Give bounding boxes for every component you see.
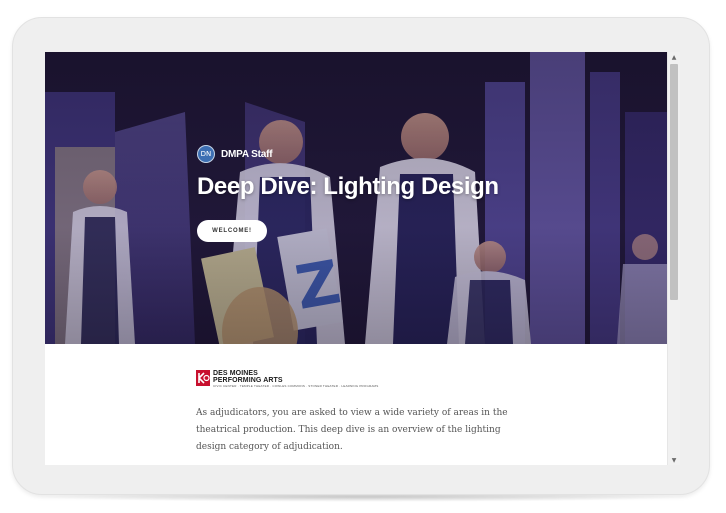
page-title: Deep Dive: Lighting Design [197,173,499,200]
logo-text: DES MOINES PERFORMING ARTS CIVIC CENTER … [213,370,378,388]
vertical-scrollbar[interactable]: ▲ ▼ [667,52,680,465]
scroll-up-icon[interactable]: ▲ [668,52,680,62]
author-row[interactable]: DN DMPA Staff [197,145,273,163]
author-avatar[interactable]: DN [197,145,215,163]
page-viewport[interactable]: Z DN DMPA Staff Deep Dive: Lighting Desi… [45,52,667,465]
scroll-down-icon[interactable]: ▼ [668,455,680,465]
dmpa-logo-icon [196,370,210,386]
logo-line-1: DES MOINES [213,370,258,377]
welcome-button[interactable]: WELCOME! [197,220,267,242]
article-content: DES MOINES PERFORMING ARTS CIVIC CENTER … [45,344,667,465]
author-name[interactable]: DMPA Staff [221,149,273,160]
logo-tagline: CIVIC CENTER · TEMPLE THEATER · COWLES C… [213,384,379,388]
scrollbar-thumb[interactable] [670,64,678,300]
page: Z DN DMPA Staff Deep Dive: Lighting Desi… [0,0,726,513]
hero-banner: Z DN DMPA Staff Deep Dive: Lighting Desi… [45,52,667,344]
logo-line-2: PERFORMING ARTS [213,377,283,384]
des-moines-performing-arts-logo: DES MOINES PERFORMING ARTS CIVIC CENTER … [196,370,378,388]
intro-paragraph: As adjudicators, you are asked to view a… [196,408,508,452]
tablet-screen: Z DN DMPA Staff Deep Dive: Lighting Desi… [45,52,680,465]
